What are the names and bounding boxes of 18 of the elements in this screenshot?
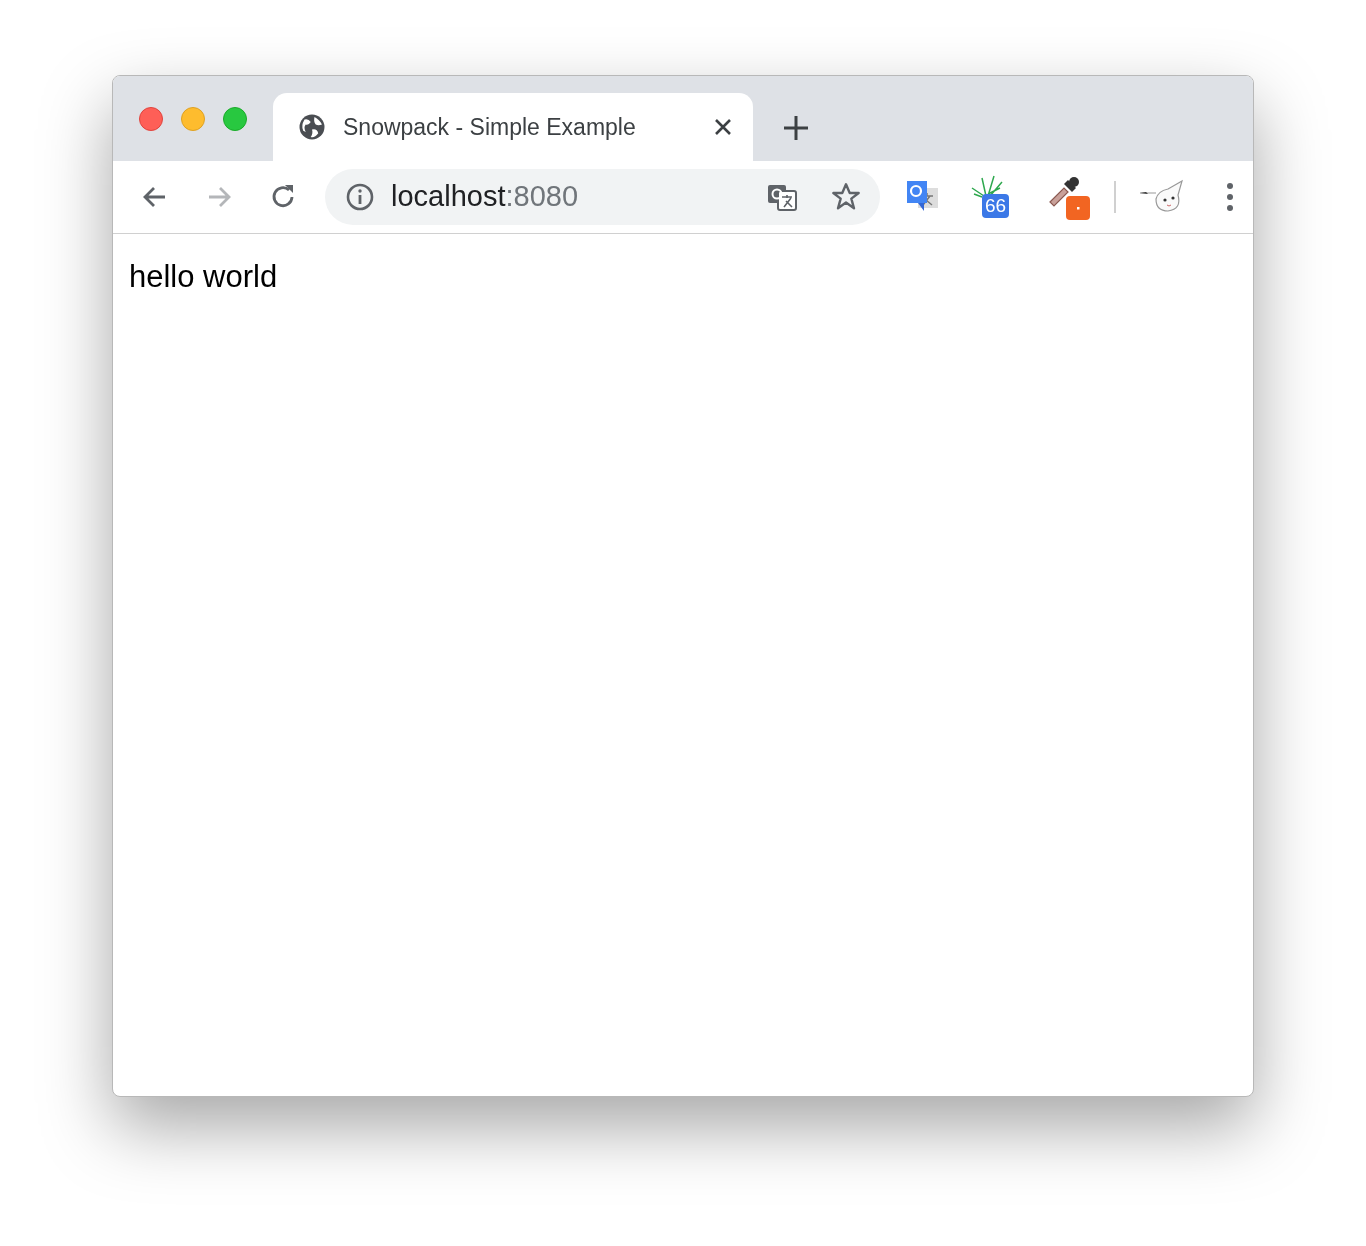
url-host: localhost bbox=[391, 180, 506, 213]
info-icon[interactable] bbox=[345, 182, 375, 212]
creature-icon[interactable] bbox=[1138, 179, 1186, 215]
translate-icon[interactable] bbox=[766, 182, 798, 212]
toolbar-divider bbox=[1114, 181, 1116, 213]
close-window-button[interactable] bbox=[139, 106, 163, 131]
extension-badge: 66 bbox=[982, 194, 1010, 218]
browser-tab[interactable]: Snowpack - Simple Example bbox=[273, 93, 753, 161]
page-text: hello world bbox=[129, 259, 278, 294]
url-port: :8080 bbox=[505, 180, 579, 213]
extension-button[interactable]: 66 bbox=[970, 174, 1016, 220]
globe-icon bbox=[297, 112, 327, 142]
close-tab-icon[interactable] bbox=[713, 117, 733, 137]
tab-title: Snowpack - Simple Example bbox=[343, 112, 637, 142]
new-tab-icon[interactable] bbox=[783, 115, 809, 141]
menu-icon[interactable] bbox=[1226, 182, 1234, 212]
burst-icon bbox=[970, 174, 1004, 198]
address-bar[interactable]: localhost:8080 bbox=[325, 169, 880, 225]
